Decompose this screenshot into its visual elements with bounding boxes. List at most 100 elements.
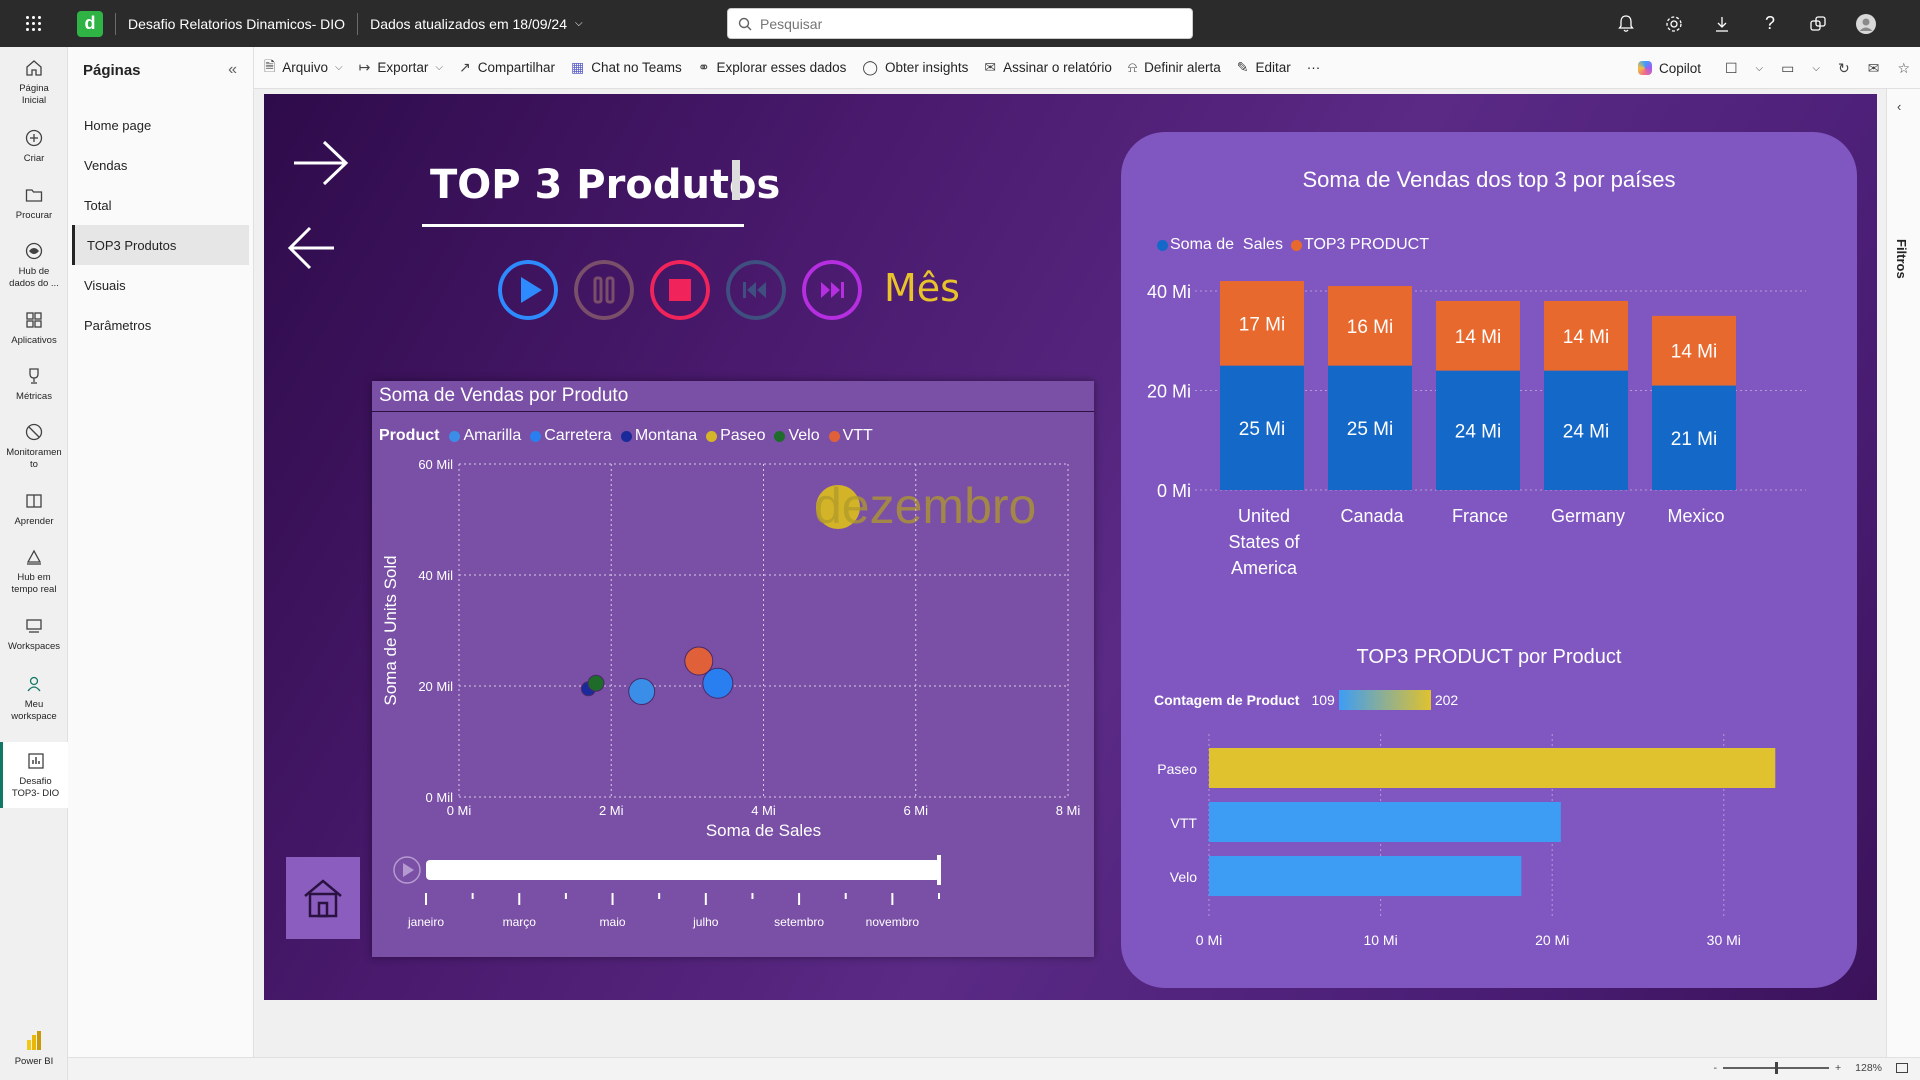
x-tick-label: 8 Mi — [1056, 803, 1081, 818]
share-button[interactable]: ↗ Compartilhar — [459, 59, 555, 76]
bar-data-label: 24 Mi — [1563, 421, 1609, 442]
set-alert-button[interactable]: ⍾ Definir alerta — [1128, 59, 1221, 76]
filters-label: Filtros — [1894, 239, 1909, 279]
export-menu-button[interactable]: ↦ Exportar ⌵ — [359, 59, 443, 76]
zoom-in-icon[interactable]: + — [1835, 1062, 1841, 1074]
rail-current-report[interactable]: Desafio TOP3- DIO — [0, 742, 68, 808]
x-axis-title: Soma de Sales — [706, 821, 821, 840]
report-icon — [25, 750, 47, 772]
play-axis-label: Mês — [884, 266, 960, 310]
scatter-watermark: dezembro — [814, 478, 1036, 534]
insights-button[interactable]: ◯ Obter insights — [862, 59, 968, 76]
help-icon[interactable]: ? — [1746, 0, 1794, 47]
rail-label: Página Inicial — [19, 83, 49, 106]
play-axis-track — [426, 860, 940, 880]
category-label: Canada — [1340, 506, 1404, 526]
teams-label: Chat no Teams — [591, 60, 682, 75]
refresh-icon[interactable]: ↻ — [1838, 60, 1850, 77]
rail-workspaces[interactable]: Workspaces — [0, 615, 68, 653]
favorite-star-icon[interactable]: ☆ — [1897, 60, 1910, 77]
chevron-down-icon[interactable]: ⌵ — [1756, 63, 1764, 74]
fit-page-icon[interactable] — [1896, 1063, 1908, 1073]
page-total[interactable]: Total — [72, 185, 249, 225]
rewind-button[interactable] — [726, 260, 786, 320]
rail-apps[interactable]: Aplicativos — [0, 309, 68, 347]
lightbulb-icon: ◯ — [862, 59, 879, 75]
filters-pane[interactable]: ‹ Filtros — [1886, 89, 1920, 1059]
rail-realtime-hub[interactable]: Hub em tempo real — [0, 546, 68, 596]
next-page-arrow-icon[interactable] — [292, 138, 350, 188]
download-icon[interactable] — [1698, 0, 1746, 47]
rail-label: Aprender — [14, 516, 54, 527]
status-bar: - + 128% — [68, 1057, 1920, 1080]
zoom-control[interactable]: - + 128% — [1714, 1062, 1882, 1074]
page-parametros[interactable]: Parâmetros — [72, 305, 249, 345]
rail-label: Hub de dados do ... — [9, 266, 59, 289]
page-home[interactable]: Home page — [72, 105, 249, 145]
y-tick-label: 0 Mi — [1157, 481, 1191, 501]
workspace-logo[interactable]: d — [77, 10, 103, 37]
rail-label: Desafio TOP3- DIO — [11, 776, 60, 799]
home-icon — [23, 57, 45, 79]
x-tick-label: 2 Mi — [599, 803, 624, 818]
fast-forward-button[interactable] — [802, 260, 862, 320]
stop-button[interactable] — [650, 260, 710, 320]
rail-my-workspace[interactable]: Meu workspace — [0, 673, 68, 723]
home-button[interactable] — [286, 857, 360, 939]
search-box[interactable] — [727, 8, 1193, 39]
settings-gear-icon[interactable] — [1650, 0, 1698, 47]
search-input[interactable] — [760, 15, 1180, 32]
title-underline — [422, 224, 744, 227]
rail-monitoring[interactable]: Monitoramento — [0, 421, 68, 471]
rail-label: Meu workspace — [11, 699, 57, 722]
report-title: TOP 3 Produtos — [430, 162, 781, 208]
comment-icon[interactable]: ✉ — [1868, 60, 1880, 77]
zoom-level: 128% — [1855, 1062, 1882, 1074]
pause-button[interactable] — [574, 260, 634, 320]
bookmark-icon[interactable]: ☐ — [1725, 60, 1738, 77]
expand-filters-icon[interactable]: ‹ — [1897, 99, 1901, 114]
notifications-icon[interactable] — [1602, 0, 1650, 47]
rail-home[interactable]: Página Inicial — [0, 57, 68, 107]
export-label: Exportar — [377, 60, 429, 75]
edit-button[interactable]: ✎ Editar — [1237, 59, 1291, 76]
rail-powerbi[interactable]: Power BI — [0, 1030, 68, 1068]
y-tick-label: 40 Mi — [1147, 282, 1191, 302]
rail-metrics[interactable]: Métricas — [0, 365, 68, 403]
left-navigation-rail: Página Inicial Criar Procurar Hub de dad… — [0, 47, 68, 1080]
app-launcher-button[interactable] — [0, 0, 67, 47]
play-button[interactable] — [498, 260, 558, 320]
category-label: America — [1231, 558, 1298, 578]
scatter-chart-card[interactable]: Soma de Vendas por Produto Product Amari… — [372, 381, 1094, 957]
waffle-icon — [26, 16, 41, 31]
chevron-down-icon[interactable]: ⌵ — [1812, 63, 1820, 74]
rail-learn[interactable]: Aprender — [0, 490, 68, 528]
share-feedback-icon[interactable] — [1794, 0, 1842, 47]
page-visuais[interactable]: Visuais — [72, 265, 249, 305]
view-icon[interactable]: ▭ — [1781, 60, 1794, 77]
file-menu-button[interactable]: 🗎 Arquivo ⌵ — [264, 56, 343, 80]
teams-chat-button[interactable]: ▦ Chat no Teams — [571, 59, 682, 76]
rail-create[interactable]: Criar — [0, 127, 68, 165]
data-updated-dropdown[interactable]: Dados atualizados em 18/09/24 ⌵ — [370, 16, 583, 32]
page-vendas[interactable]: Vendas — [72, 145, 249, 185]
zoom-slider[interactable] — [1723, 1062, 1829, 1074]
page-top3-produtos[interactable]: TOP3 Produtos — [72, 225, 249, 265]
pencil-icon: ✎ — [1236, 59, 1249, 75]
rail-data-hub[interactable]: Hub de dados do ... — [0, 240, 68, 290]
workspace-name[interactable]: Desafio Relatorios Dinamicos- DIO — [128, 16, 345, 32]
collapse-pages-icon[interactable]: « — [228, 61, 237, 79]
previous-page-arrow-icon[interactable] — [286, 225, 336, 271]
zoom-out-icon[interactable]: - — [1714, 1062, 1718, 1074]
subscribe-button[interactable]: ✉ Assinar o relatório — [984, 59, 1112, 76]
rail-browse[interactable]: Procurar — [0, 184, 68, 222]
gradient-bar — [1338, 690, 1431, 710]
copilot-button[interactable]: Copilot — [1637, 61, 1701, 76]
export-icon: ↦ — [358, 59, 371, 75]
gradient-min: 109 — [1311, 692, 1335, 708]
explore-data-button[interactable]: ⚭ Explorar esses dados — [698, 59, 847, 76]
monitor-icon — [23, 421, 45, 443]
more-options-button[interactable]: ··· — [1307, 60, 1321, 75]
bar-data-label: 16 Mi — [1347, 317, 1393, 338]
account-avatar[interactable] — [1842, 0, 1890, 47]
